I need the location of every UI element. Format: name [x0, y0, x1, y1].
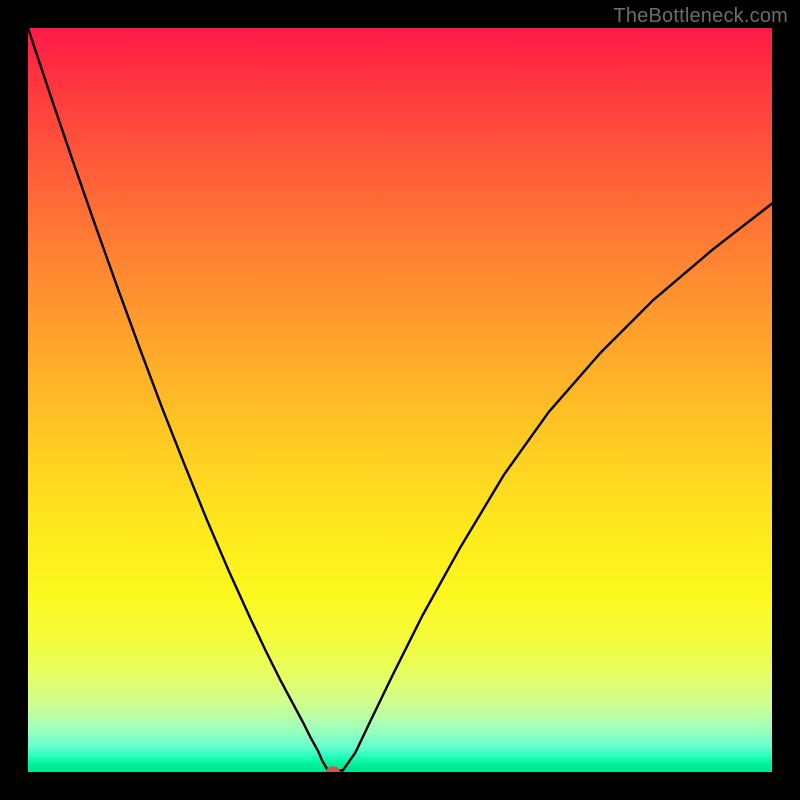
chart-frame: TheBottleneck.com — [0, 0, 800, 800]
plot-area — [28, 28, 772, 772]
watermark-text: TheBottleneck.com — [613, 5, 788, 28]
optimal-point-marker — [326, 767, 340, 773]
bottleneck-curve — [28, 28, 772, 772]
